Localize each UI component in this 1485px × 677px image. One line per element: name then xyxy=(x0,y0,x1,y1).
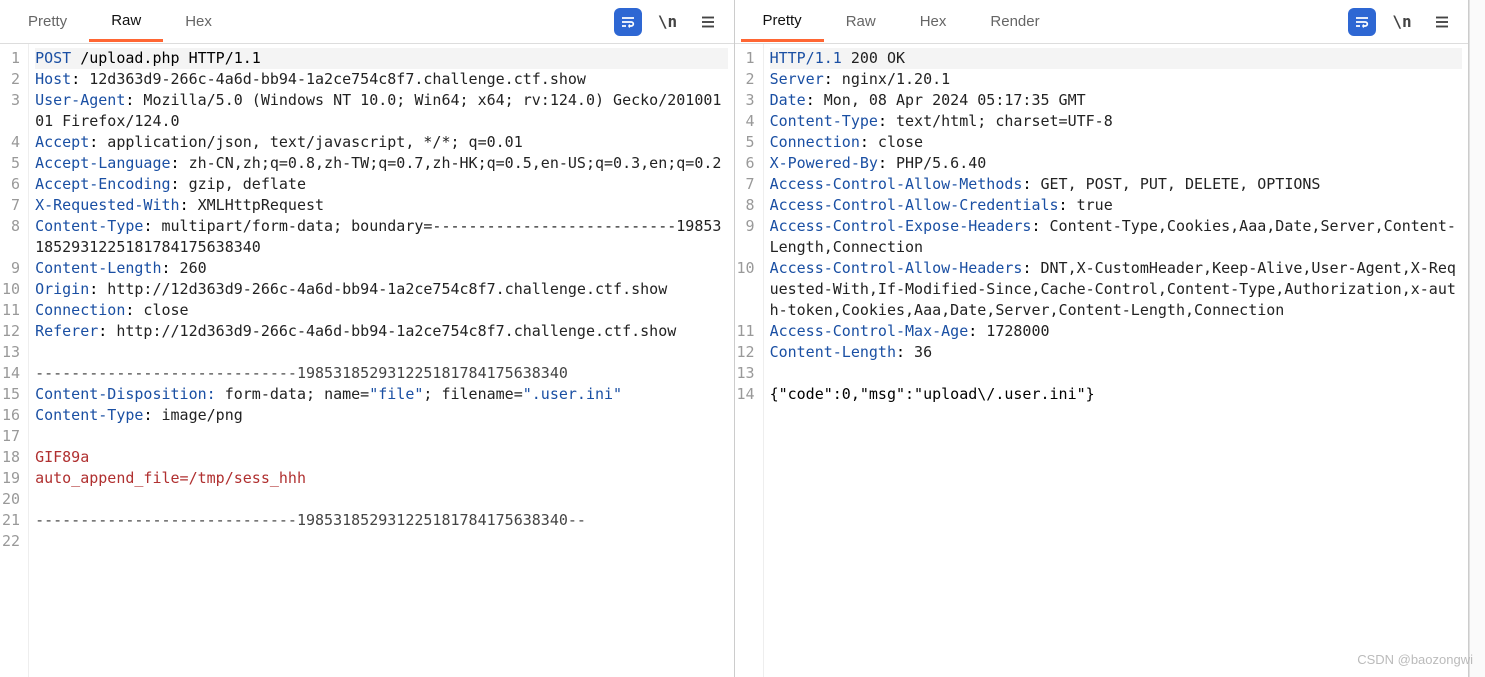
tab-pretty[interactable]: Pretty xyxy=(741,2,824,42)
request-pane: Pretty Raw Hex \n 123 45678 910111213141… xyxy=(0,0,735,677)
response-gutter: 123456789 10 11121314 xyxy=(735,44,764,677)
request-tabbar: Pretty Raw Hex \n xyxy=(0,0,734,44)
response-pane: Pretty Raw Hex Render \n 123456789 10 11… xyxy=(735,0,1470,677)
tab-raw[interactable]: Raw xyxy=(824,3,898,40)
response-tabbar: Pretty Raw Hex Render \n xyxy=(735,0,1469,44)
request-gutter: 123 45678 910111213141516171819202122 xyxy=(0,44,29,677)
watermark: CSDN @baozongwi xyxy=(1357,652,1473,667)
request-code[interactable]: POST /upload.php HTTP/1.1Host: 12d363d9-… xyxy=(29,44,733,677)
tab-pretty[interactable]: Pretty xyxy=(6,3,89,40)
menu-icon[interactable] xyxy=(1428,8,1456,36)
menu-icon[interactable] xyxy=(694,8,722,36)
tab-render[interactable]: Render xyxy=(968,3,1061,40)
tab-hex[interactable]: Hex xyxy=(898,3,969,40)
tab-hex[interactable]: Hex xyxy=(163,3,234,40)
tab-raw[interactable]: Raw xyxy=(89,2,163,42)
wrap-toggle-icon[interactable] xyxy=(1348,8,1376,36)
newline-icon[interactable]: \n xyxy=(654,8,682,36)
side-strip xyxy=(1469,0,1485,677)
response-code[interactable]: HTTP/1.1 200 OKServer: nginx/1.20.1Date:… xyxy=(764,44,1468,677)
response-editor[interactable]: 123456789 10 11121314 HTTP/1.1 200 OKSer… xyxy=(735,44,1469,677)
request-editor[interactable]: 123 45678 910111213141516171819202122 PO… xyxy=(0,44,734,677)
newline-icon[interactable]: \n xyxy=(1388,8,1416,36)
wrap-toggle-icon[interactable] xyxy=(614,8,642,36)
